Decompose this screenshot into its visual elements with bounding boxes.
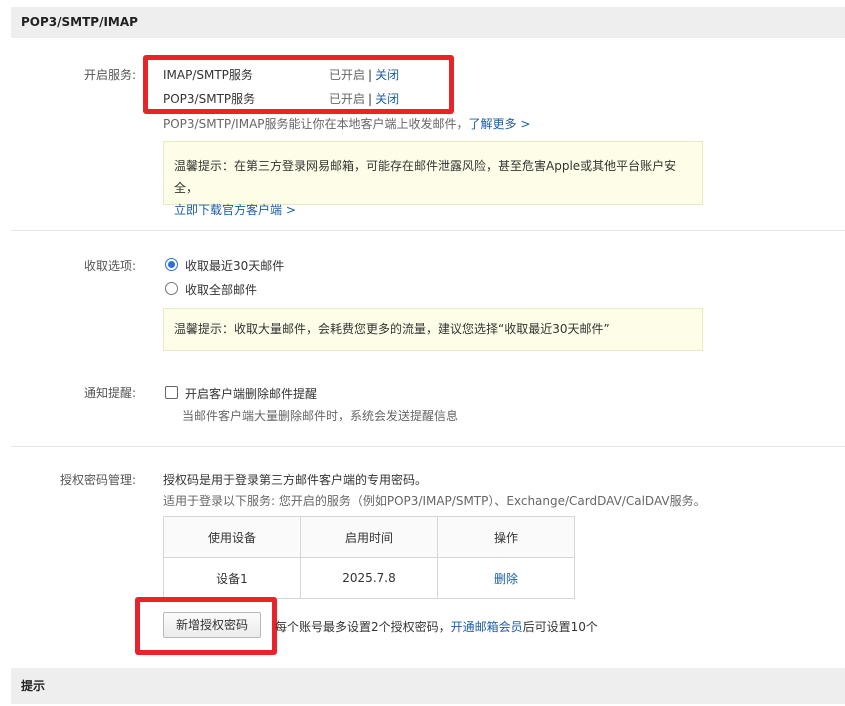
receive-label: 收取选项:: [83, 259, 136, 273]
table-header-row: 使用设备 启用时间 操作: [163, 516, 575, 558]
auth-limit-text: 每个账号最多设置2个授权密码，: [275, 620, 451, 634]
service-description: POP3/SMTP/IMAP服务能让你在本地客户端上收发邮件，了解更多 >: [163, 115, 530, 132]
traffic-tip-text: 温馨提示：收取大量邮件，会耗费您更多的流量，建议您选择“收取最近30天邮件”: [174, 322, 610, 336]
column-header-time: 启用时间: [300, 516, 438, 558]
notify-label: 通知提醒:: [83, 386, 136, 400]
vip-link[interactable]: 开通邮箱会员: [451, 620, 523, 634]
delete-reminder-desc: 当邮件客户端大量删除邮件时，系统会发送提醒信息: [182, 409, 459, 423]
traffic-tip-box: 温馨提示：收取大量邮件，会耗费您更多的流量，建议您选择“收取最近30天邮件”: [163, 308, 703, 351]
learn-more-link[interactable]: 了解更多 >: [469, 117, 531, 131]
settings-section-header: POP3/SMTP/IMAP: [11, 7, 845, 38]
security-tip-text: 温馨提示：在第三方登录网易邮箱，可能存在邮件泄露风险，甚至危害Apple或其他平…: [174, 159, 677, 195]
service-desc-text: POP3/SMTP/IMAP服务能让你在本地客户端上收发邮件，: [163, 117, 469, 131]
column-header-device: 使用设备: [163, 516, 301, 558]
action-cell: 删除: [437, 557, 575, 599]
service-highlight-box: [143, 55, 454, 114]
security-tip-box: 温馨提示：在第三方登录网易邮箱，可能存在邮件泄露风险，甚至危害Apple或其他平…: [163, 141, 703, 217]
divider: [11, 230, 845, 231]
radio-recent-30-days-label[interactable]: 收取最近30天邮件: [185, 257, 284, 274]
table-row: 设备1 2025.7.8 删除: [163, 557, 575, 599]
add-button-highlight-box: [135, 597, 277, 655]
delete-link[interactable]: 删除: [494, 572, 518, 586]
download-client-link[interactable]: 立即下载官方客户端 >: [174, 199, 692, 221]
device-cell: 设备1: [163, 557, 301, 599]
radio-all-mail[interactable]: [165, 282, 178, 295]
auth-limit-suffix: 后可设置10个: [522, 620, 598, 634]
date-cell: 2025.7.8: [300, 557, 438, 599]
auth-limit-note: 每个账号最多设置2个授权密码，开通邮箱会员后可设置10个: [275, 618, 598, 635]
delete-reminder-checkbox[interactable]: [165, 386, 178, 399]
column-header-action: 操作: [437, 516, 575, 558]
service-label: 开启服务:: [83, 68, 136, 82]
auth-desc-line1: 授权码是用于登录第三方邮件客户端的专用密码。: [163, 473, 428, 487]
auth-code-table: 使用设备 启用时间 操作 设备1 2025.7.8 删除: [163, 516, 575, 599]
delete-reminder-label[interactable]: 开启客户端删除邮件提醒: [185, 385, 317, 402]
tips-section-header: 提示: [11, 668, 845, 704]
divider: [11, 446, 845, 447]
auth-desc-line2: 适用于登录以下服务: 您开启的服务（例如POP3/IMAP/SMTP）、Exch…: [163, 494, 706, 508]
auth-label: 授权密码管理:: [59, 473, 136, 487]
radio-all-mail-label[interactable]: 收取全部邮件: [185, 281, 257, 298]
radio-recent-30-days[interactable]: [165, 258, 178, 271]
